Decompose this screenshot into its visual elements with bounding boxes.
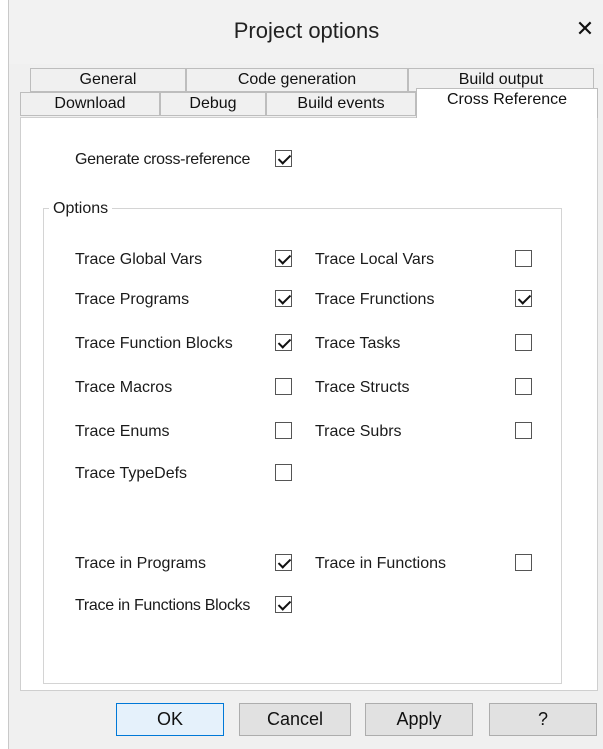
option-label: Trace in Functions Blocks [75,597,251,614]
generate-cross-reference-label: Generate cross-reference [75,151,251,168]
generate-cross-reference-checkbox[interactable] [275,150,292,167]
option-label: Trace Frunctions [315,291,435,308]
option-label: Trace Macros [75,379,173,396]
trace-typedefs-checkbox[interactable] [275,464,292,481]
trace-macros-checkbox[interactable] [275,378,292,395]
trace-in-functions-checkbox[interactable] [515,554,532,571]
option-label: Trace Function Blocks [75,335,233,352]
option-label: Trace in Programs [75,555,206,572]
trace-tasks-checkbox[interactable] [515,334,532,351]
trace-in-function-blocks-checkbox[interactable] [275,596,292,613]
option-label: Trace Programs [75,291,190,308]
tab-download[interactable]: Download [20,92,160,116]
trace-function-blocks-checkbox[interactable] [275,334,292,351]
tab-code-generation[interactable]: Code generation [186,68,408,92]
help-button[interactable]: ? [489,703,597,736]
trace-structs-checkbox[interactable] [515,378,532,395]
dialog-title: Project options [233,18,380,43]
tab-cross-reference[interactable]: Cross Reference [416,88,598,118]
tab-general[interactable]: General [30,68,186,92]
ok-button[interactable]: OK [116,703,224,736]
tab-build-events[interactable]: Build events [266,92,416,116]
option-label: Trace Enums [75,423,170,440]
trace-in-programs-checkbox[interactable] [275,554,292,571]
cancel-button[interactable]: Cancel [239,703,351,736]
options-legend: Options [49,200,113,218]
close-icon[interactable]: ✕ [572,14,598,44]
option-label: Trace Structs [315,379,410,396]
option-label: Trace in Functions [315,555,447,572]
trace-global-vars-checkbox[interactable] [275,250,292,267]
tab-debug[interactable]: Debug [160,92,266,116]
trace-subrs-checkbox[interactable] [515,422,532,439]
option-label: Trace Global Vars [75,251,203,268]
option-label: Trace Tasks [315,335,401,352]
apply-button[interactable]: Apply [365,703,473,736]
title-bar: Project options ✕ [9,0,603,64]
option-label: Trace Subrs [315,423,402,440]
trace-local-vars-checkbox[interactable] [515,250,532,267]
option-label: Trace TypeDefs [75,465,188,482]
trace-enums-checkbox[interactable] [275,422,292,439]
trace-functions-checkbox[interactable] [515,290,532,307]
option-label: Trace Local Vars [315,251,435,268]
project-options-dialog: Project options ✕ General Code generatio… [8,0,603,749]
trace-programs-checkbox[interactable] [275,290,292,307]
